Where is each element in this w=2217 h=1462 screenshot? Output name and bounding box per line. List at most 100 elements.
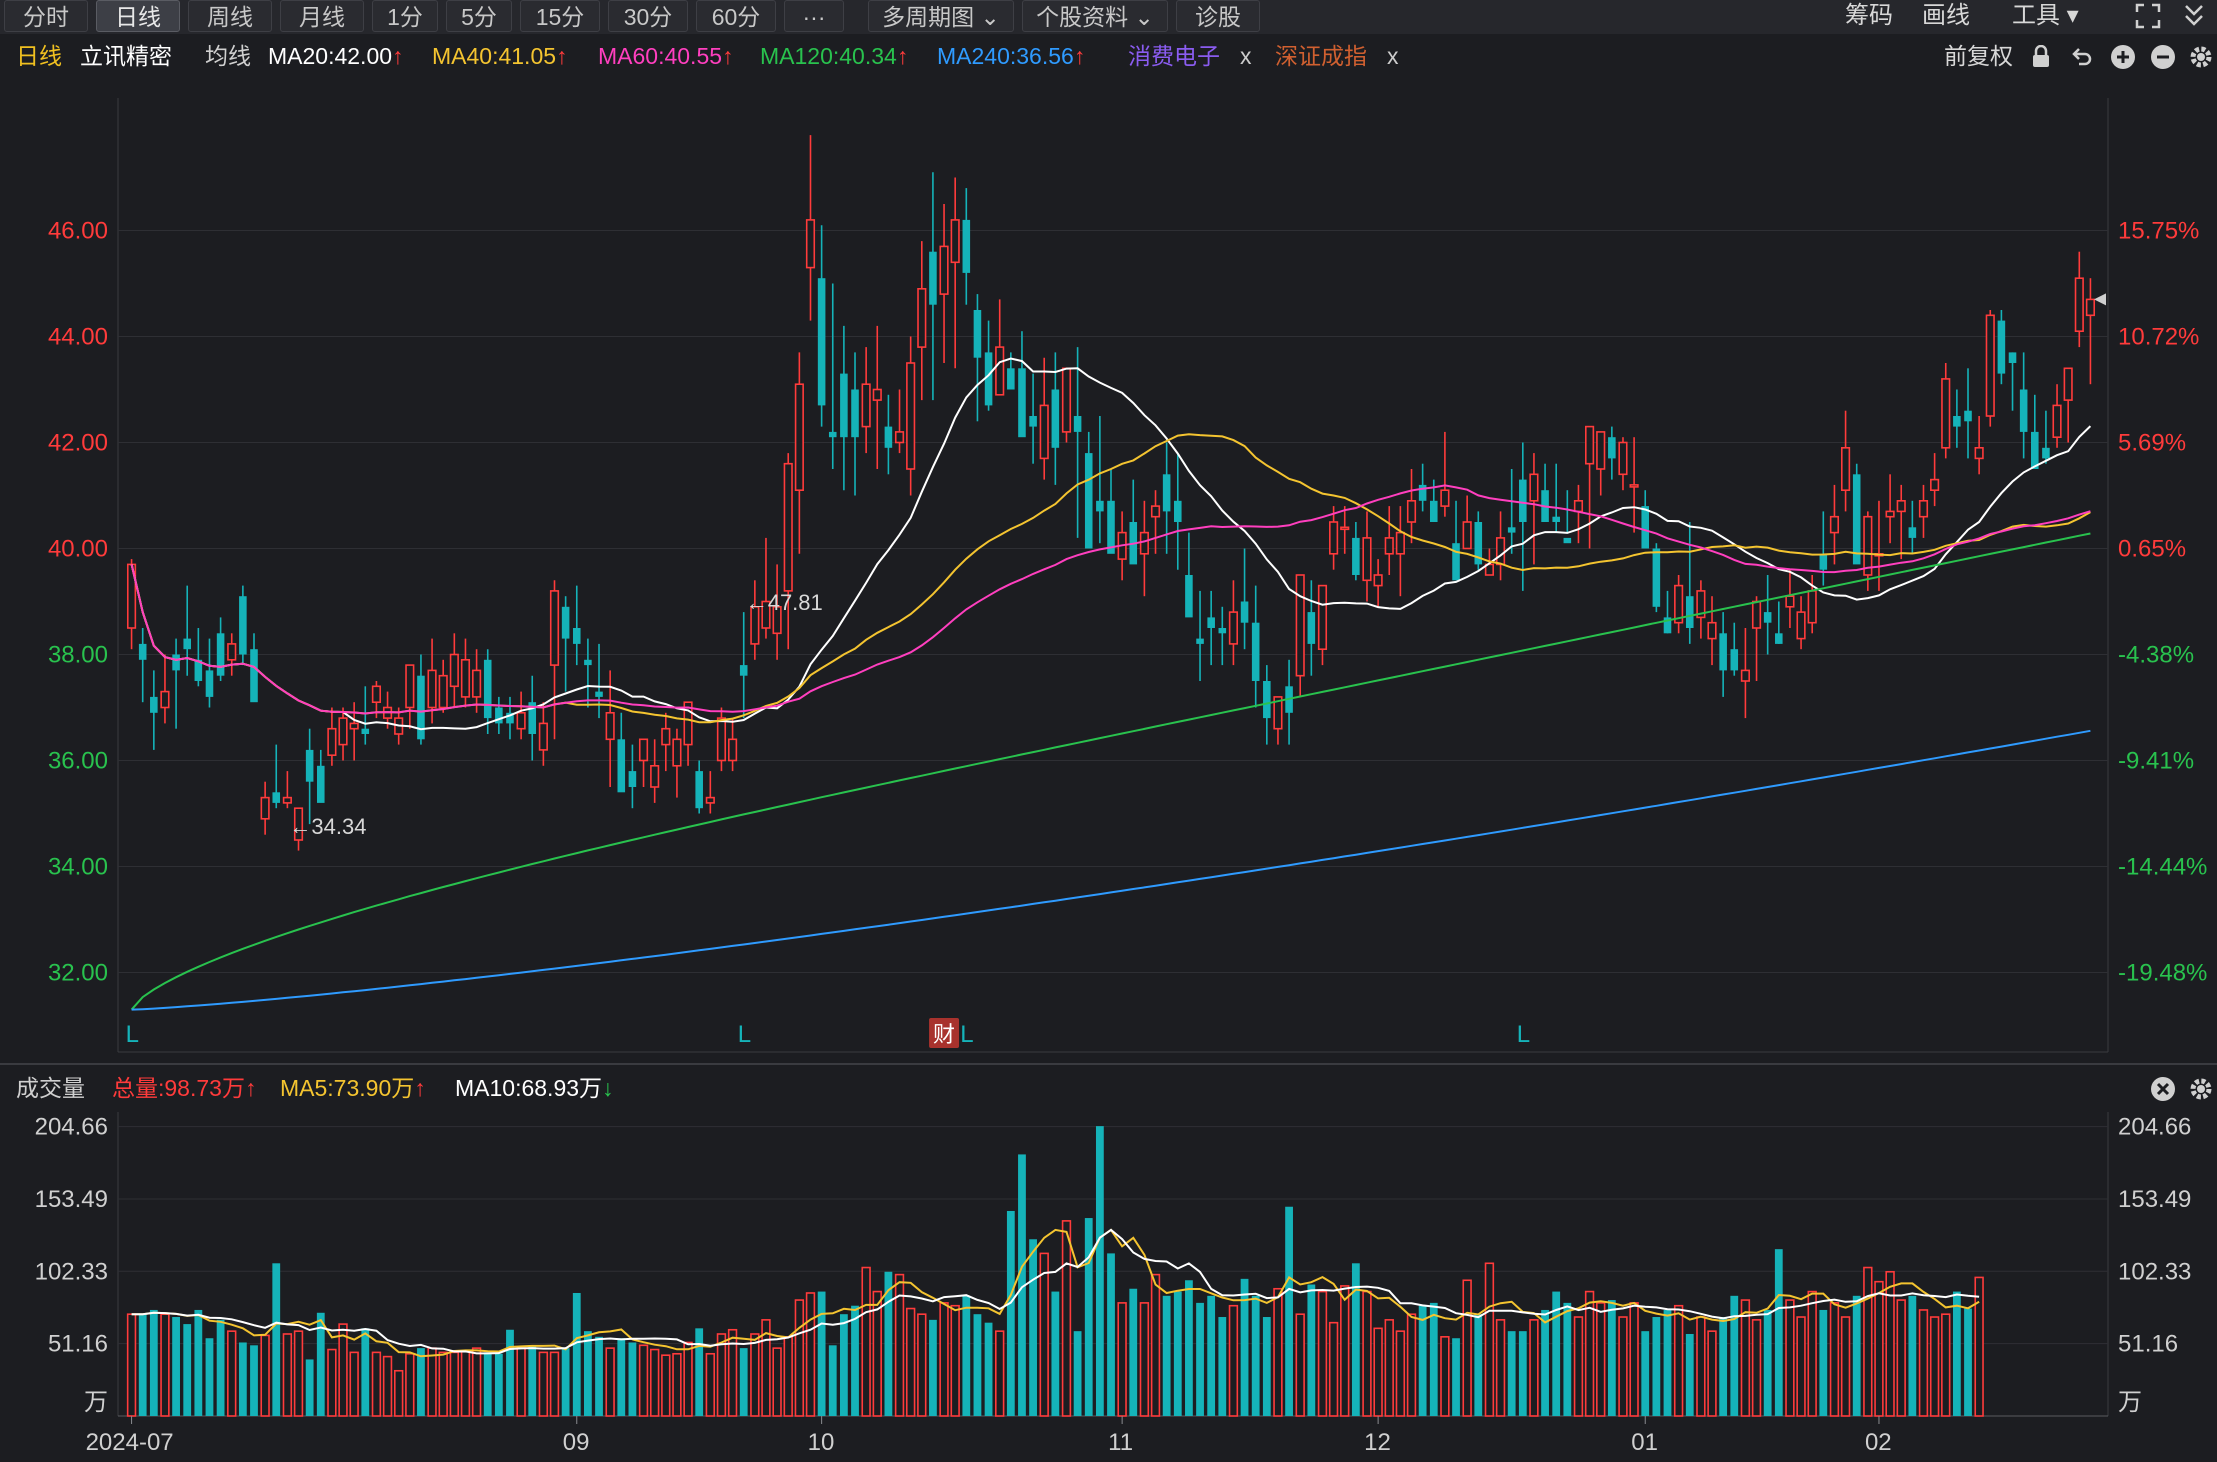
volume-bar-up [1317,1290,1328,1417]
candle-down [1173,500,1182,522]
candle-up [917,287,927,348]
adjust-mode[interactable]: 前复权 [1944,38,2013,74]
candle-up [1440,489,1450,507]
volume-bar-down [1307,1284,1316,1416]
tab-stock-info[interactable]: 个股资料 ⌄ [1022,0,1168,32]
tab-15min[interactable]: 15分 [520,0,600,32]
candle-up [1596,431,1606,470]
candle-up [727,738,738,762]
candle-up [1228,611,1239,645]
tab-1min[interactable]: 1分 [372,0,438,32]
event-marker-l: L [960,1021,973,1048]
volume-bar-up [1707,1330,1717,1417]
chip-button[interactable]: 筹码 [1845,0,1893,32]
volume-bar-down [1685,1333,1694,1416]
drawing-button[interactable]: 画线 [1922,0,1970,32]
tab-monthly[interactable]: 月线 [280,0,364,32]
candle-up [1585,425,1595,465]
lock-icon[interactable] [2030,45,2052,69]
volume-bar-up [1618,1316,1628,1417]
candle-up [650,764,660,788]
candle-down [2008,352,2017,363]
volume-ma5: MA5:73.90万↑ [280,1075,426,1101]
volume-bar-up [727,1328,738,1417]
tools-button[interactable]: 工具 ▾ [2012,0,2079,32]
candle-up [939,245,949,295]
candle-up [1495,537,1506,566]
price-tick-label: 42.00 [48,430,108,457]
candle-up [1150,505,1161,518]
tab-diagnosis[interactable]: 诊股 [1176,0,1260,32]
volume-tick-label: 102.33 [35,1258,108,1285]
price-tick-label: 34.00 [48,854,108,881]
candle-down [628,771,637,787]
percent-tick-label: 15.75% [2118,218,2199,245]
candle-up [449,653,459,688]
event-marker-l: L [738,1021,751,1048]
candle-down [1185,575,1193,618]
tab-multi-period[interactable]: 多周期图 ⌄ [868,0,1014,32]
volume-bar-down [1285,1206,1293,1416]
candle-up [160,690,170,709]
candle-up [605,711,615,741]
volume-bar-up [939,1302,949,1417]
volume-bar-up [1751,1319,1762,1417]
volume-bar-up [1885,1270,1895,1417]
candle-up [227,643,237,661]
candle-down [1196,638,1204,644]
volume-bar-down [1051,1291,1060,1416]
volume-bar-up [1629,1302,1639,1417]
candle-down [239,596,247,655]
main-panel-bg [0,74,2217,1064]
candle-down [216,633,225,676]
zoom-out-icon[interactable] [2150,44,2176,70]
volume-bar-down [695,1328,704,1416]
tab-fenshi[interactable]: 分时 [4,0,88,32]
overlay-shenzhen-index[interactable]: 深证成指 [1275,38,1367,74]
tab-60min[interactable]: 60分 [696,0,776,32]
fullscreen-icon[interactable] [2134,2,2162,30]
volume-bar-up [705,1352,716,1417]
overlay-close-1[interactable]: x [1240,38,1252,74]
volume-bar-up [1785,1299,1795,1417]
volume-bar-up [327,1348,337,1417]
volume-bar-down [1964,1308,1972,1416]
tab-more[interactable]: ··· [784,0,844,32]
gear-icon[interactable] [2188,44,2214,70]
stock-name[interactable]: 立讯精密 [80,38,172,74]
volume-bar-down [1251,1295,1260,1416]
volume-bar-up [861,1266,871,1417]
volume-bar-up [1362,1290,1372,1417]
tab-5min[interactable]: 5分 [446,0,512,32]
volume-bar-up [1796,1316,1806,1417]
volume-bar-down [1095,1126,1104,1416]
zoom-in-icon[interactable] [2110,44,2136,70]
candle-up [371,685,382,703]
volume-bar-up [438,1351,448,1417]
candle-down [194,659,203,681]
candle-up [1930,478,1940,492]
volume-bar-down [528,1345,537,1416]
ma40-line [130,433,2091,724]
candlestick-chart[interactable]: 46.00 15.75% 44.00 10.72% 42.00 5.69% 40.00 0.6… [0,0,2217,1462]
volume-bar-down [1652,1317,1661,1416]
collapse-icon[interactable] [2180,2,2208,30]
volume-gear-icon[interactable] [2188,1076,2214,1102]
volume-bar-up [1596,1302,1606,1417]
tab-daily[interactable]: 日线 [96,0,180,32]
volume-bar-down [1518,1331,1527,1416]
close-volume-icon[interactable] [2150,1076,2176,1102]
candle-down [1240,601,1249,623]
volume-bar-up [1395,1330,1406,1417]
volume-bar-down [962,1295,971,1416]
tab-30min[interactable]: 30分 [608,0,688,32]
undo-icon[interactable] [2070,45,2094,69]
tab-weekly[interactable]: 周线 [188,0,272,32]
candle-down [1507,527,1516,533]
overlay-consumer-electronics[interactable]: 消费电子 [1128,38,1220,74]
volume-bar-down [1218,1317,1227,1416]
ma-label[interactable]: 均线 [205,38,251,74]
candle-down [2042,447,2050,459]
volume-bar-down [1719,1317,1728,1416]
overlay-close-2[interactable]: x [1387,38,1399,74]
